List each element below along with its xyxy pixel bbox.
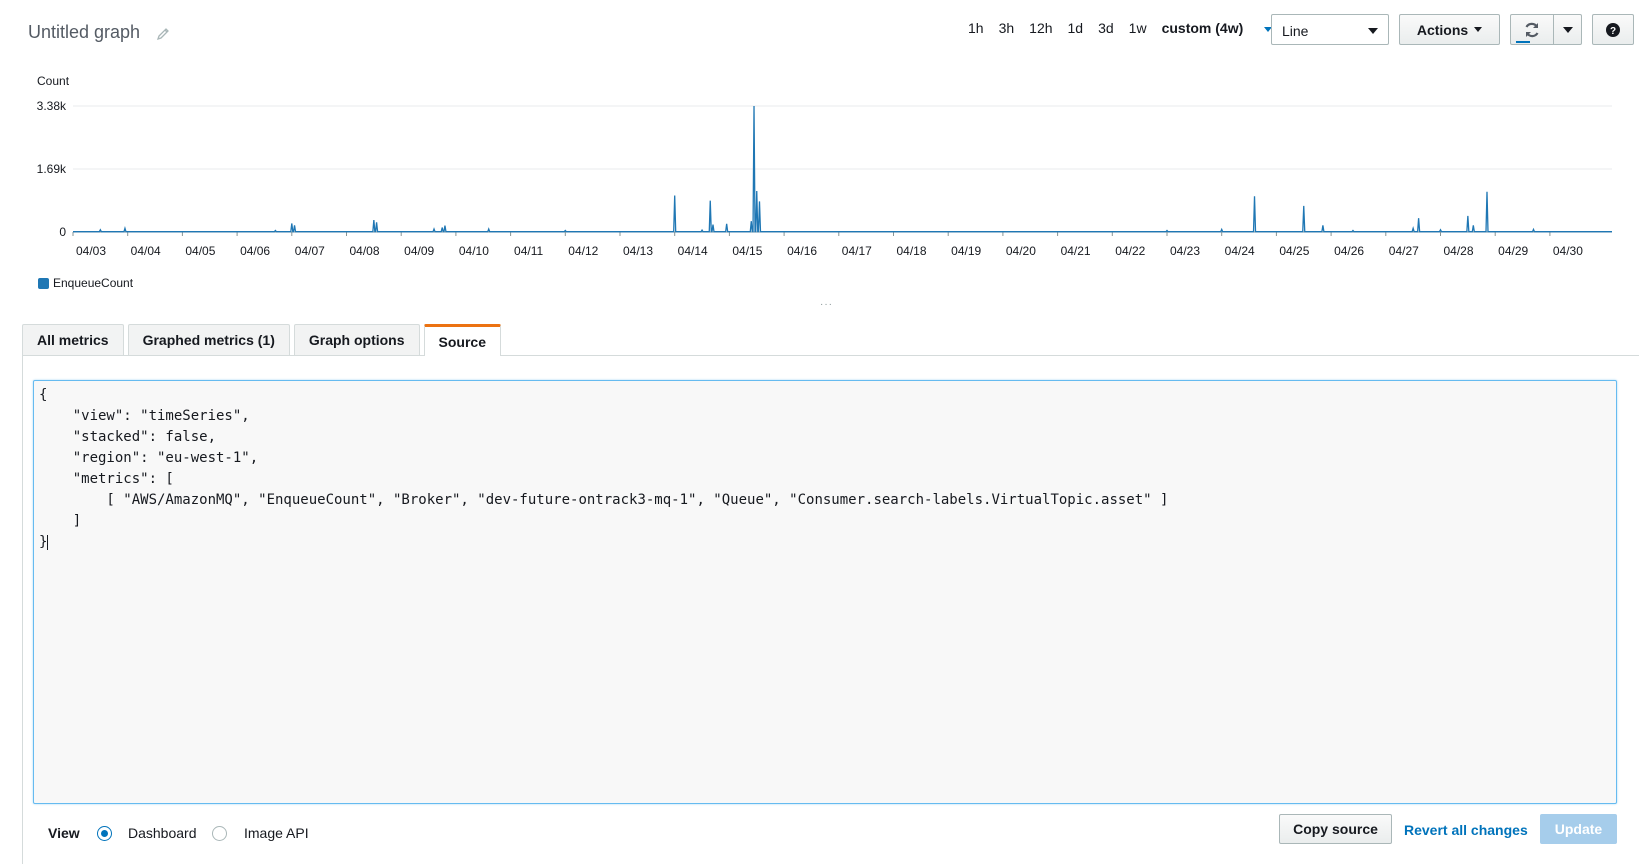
x-tick-label: 04/18 <box>896 244 926 258</box>
graph-type-value: Line <box>1282 23 1309 39</box>
code-line: ] <box>39 513 82 529</box>
x-tick-label: 04/19 <box>951 244 981 258</box>
x-tick-label: 04/27 <box>1389 244 1419 258</box>
graph-type-select[interactable]: Line <box>1271 14 1389 45</box>
x-tick-label: 04/07 <box>295 244 325 258</box>
x-tick-label: 04/13 <box>623 244 653 258</box>
text-cursor <box>47 534 49 550</box>
x-tick-label: 04/22 <box>1115 244 1145 258</box>
tab-graph-options[interactable]: Graph options <box>293 324 420 355</box>
help-button[interactable]: ? <box>1592 14 1634 45</box>
x-tick-label: 04/24 <box>1225 244 1255 258</box>
range-12h[interactable]: 12h <box>1029 20 1052 36</box>
code-line: { <box>39 387 48 403</box>
help-icon: ? <box>1606 22 1620 37</box>
svg-text:?: ? <box>1610 26 1616 37</box>
pencil-icon[interactable] <box>156 27 170 41</box>
chart-legend[interactable]: EnqueueCount <box>38 276 133 290</box>
y-tick-label: 3.38k <box>37 99 67 113</box>
time-range-selector: 1h 3h 12h 1d 3d 1w custom (4w) <box>968 20 1273 36</box>
x-tick-label: 04/21 <box>1061 244 1091 258</box>
actions-button[interactable]: Actions <box>1399 14 1500 45</box>
x-tick-label: 04/10 <box>459 244 489 258</box>
tab-bar: All metrics Graphed metrics (1) Graph op… <box>22 324 505 356</box>
resize-handle[interactable]: ··· <box>820 299 833 310</box>
chart-grid <box>73 105 1612 233</box>
x-tick-label: 04/25 <box>1279 244 1309 258</box>
code-line: "region": "eu-west-1", <box>39 450 259 466</box>
refresh-options-button[interactable] <box>1554 14 1582 45</box>
chevron-down-icon <box>1368 28 1378 34</box>
copy-source-button[interactable]: Copy source <box>1279 814 1392 844</box>
radio-image-api[interactable] <box>212 826 227 841</box>
x-tick-label: 04/17 <box>842 244 872 258</box>
legend-label: EnqueueCount <box>53 276 134 290</box>
code-line-text: } <box>39 534 48 550</box>
code-line-last: } <box>39 532 1611 553</box>
range-3d[interactable]: 3d <box>1098 20 1114 36</box>
x-tick-label: 04/08 <box>349 244 379 258</box>
update-button[interactable]: Update <box>1540 814 1617 844</box>
code-line: "view": "timeSeries", <box>39 408 250 424</box>
radio-dashboard[interactable] <box>97 826 112 841</box>
radio-dashboard-label[interactable]: Dashboard <box>128 825 197 841</box>
x-axis-ticks: 04/03 04/04 04/05 04/06 04/07 04/08 04/09 04/10… <box>72 232 1583 258</box>
code-line: "metrics": [ <box>39 471 174 487</box>
x-tick-label: 04/29 <box>1498 244 1528 258</box>
refresh-progress <box>1516 41 1530 43</box>
y-axis-ticks: 0 1.69k 3.38k <box>37 99 67 239</box>
tab-source[interactable]: Source <box>423 324 501 356</box>
range-1h[interactable]: 1h <box>968 20 984 36</box>
source-editor[interactable]: { "view": "timeSeries", "stacked": false… <box>33 380 1617 804</box>
x-tick-label: 04/09 <box>404 244 434 258</box>
x-tick-label: 04/12 <box>568 244 598 258</box>
chevron-down-icon <box>1562 26 1573 33</box>
range-custom[interactable]: custom (4w) <box>1162 20 1273 36</box>
range-3h[interactable]: 3h <box>999 20 1015 36</box>
y-axis-label: Count <box>37 74 70 88</box>
y-tick-label: 1.69k <box>37 162 67 176</box>
range-1d[interactable]: 1d <box>1068 20 1084 36</box>
chevron-down-icon <box>1474 27 1483 32</box>
x-tick-label: 04/03 <box>76 244 106 258</box>
tab-graphed-metrics[interactable]: Graphed metrics (1) <box>127 324 290 355</box>
range-1w[interactable]: 1w <box>1129 20 1147 36</box>
code-line: [ "AWS/AmazonMQ", "EnqueueCount", "Broke… <box>39 492 1169 508</box>
metric-chart: 01.69k3.38k 04/03 04/04 04/05 04/06 04/07 04/… <box>37 74 1612 258</box>
y-tick-label: 0 <box>59 225 66 239</box>
graph-title: Untitled graph <box>28 22 141 42</box>
actions-label: Actions <box>1416 21 1469 38</box>
x-tick-label: 04/06 <box>240 244 270 258</box>
x-tick-label: 04/26 <box>1334 244 1364 258</box>
refresh-icon <box>1525 22 1539 37</box>
x-tick-label: 04/14 <box>678 244 708 258</box>
view-label: View <box>48 825 80 841</box>
x-tick-label: 04/30 <box>1553 244 1583 258</box>
legend-swatch <box>38 277 49 289</box>
x-tick-label: 04/16 <box>787 244 817 258</box>
x-tick-label: 04/20 <box>1006 244 1036 258</box>
code-line: "stacked": false, <box>39 429 217 445</box>
x-tick-label: 04/28 <box>1443 244 1473 258</box>
range-custom-label: custom (4w) <box>1161 20 1244 36</box>
tab-all-metrics[interactable]: All metrics <box>22 324 124 355</box>
x-tick-label: 04/11 <box>514 244 543 258</box>
x-tick-label: 04/04 <box>131 244 161 258</box>
x-tick-label: 04/23 <box>1170 244 1200 258</box>
revert-all-changes-link[interactable]: Revert all changes <box>1404 822 1528 838</box>
x-tick-label: 04/15 <box>732 244 762 258</box>
radio-image-api-label[interactable]: Image API <box>244 825 309 841</box>
x-tick-label: 04/05 <box>185 244 215 258</box>
